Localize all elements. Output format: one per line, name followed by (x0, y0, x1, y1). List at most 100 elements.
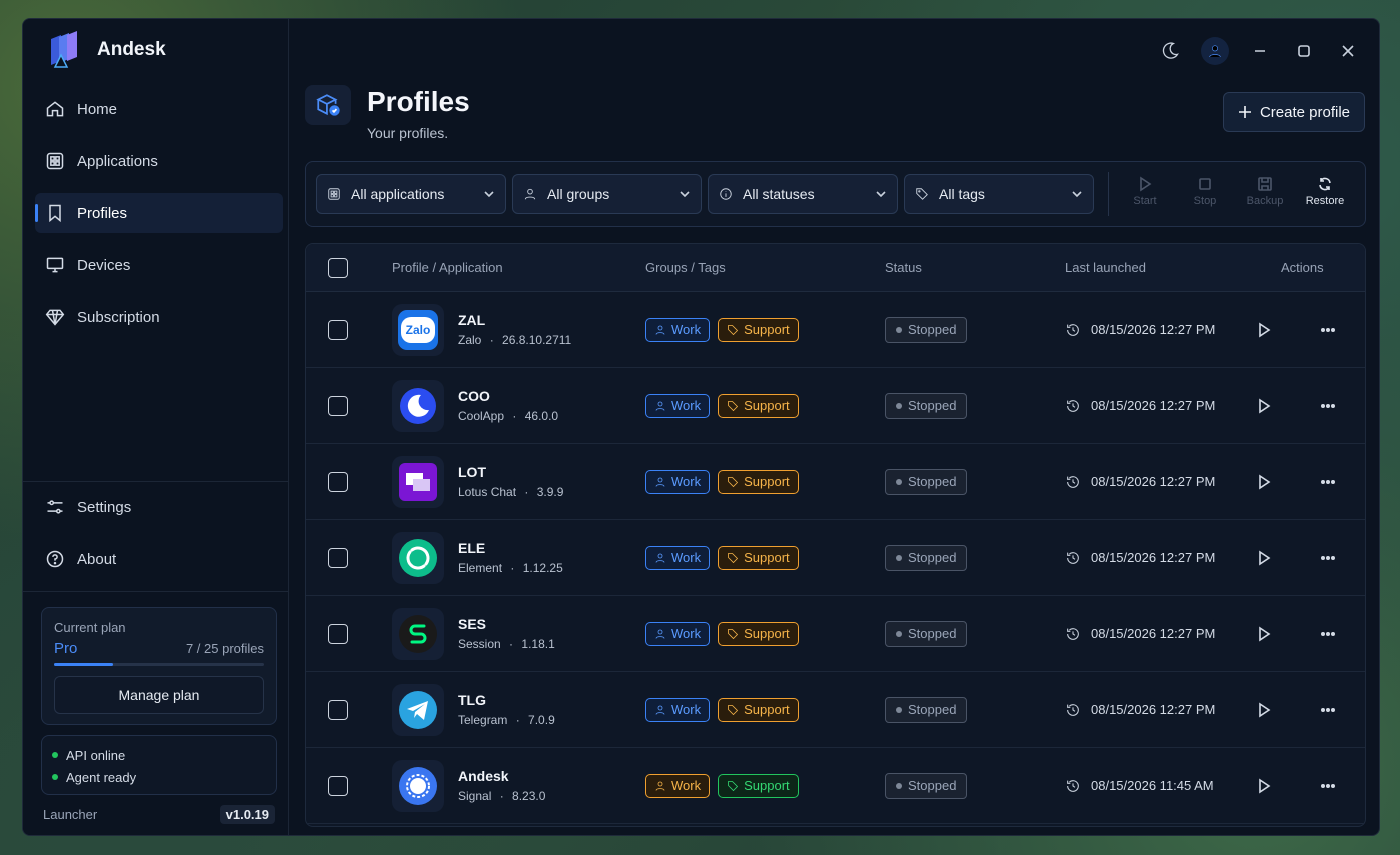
play-icon (1259, 398, 1271, 413)
more-options-button[interactable] (1320, 672, 1336, 747)
tag-support[interactable]: Support (718, 393, 799, 418)
start-profile-button[interactable] (1256, 596, 1272, 671)
col-groups[interactable]: Groups / Tags (645, 244, 726, 291)
sidebar-footer: Launcher v1.0.19 (43, 805, 275, 824)
tag-icon (728, 628, 739, 639)
row-checkbox[interactable] (328, 471, 348, 492)
tag-work[interactable]: Work (645, 317, 711, 342)
col-status[interactable]: Status (885, 244, 922, 291)
more-options-button[interactable] (1320, 520, 1336, 595)
more-options-button[interactable] (1320, 596, 1336, 671)
row-checkbox[interactable] (328, 319, 348, 340)
row-checkbox[interactable] (328, 775, 348, 796)
minimize-button[interactable] (1247, 38, 1273, 64)
nav-item-settings[interactable]: Settings (35, 487, 283, 527)
table-row[interactable]: SES Session · 1.18.1 Work Support Stoppe… (306, 596, 1365, 672)
profile-app: Signal · 8.23.0 (458, 789, 545, 803)
start-profile-button[interactable] (1256, 748, 1272, 823)
app-version: 26.8.10.2711 (502, 333, 572, 347)
restore-button[interactable]: Restore (1298, 176, 1352, 207)
row-checkbox[interactable] (328, 699, 348, 720)
tags-filter[interactable]: All tags (904, 174, 1094, 214)
table-row[interactable]: ELE Element · 1.12.25 Work Support Stopp… (306, 520, 1365, 596)
zalo-logo-icon: Zalo (401, 316, 435, 343)
table-row[interactable]: LOT Lotus Chat · 3.9.9 Work Support Stop… (306, 444, 1365, 520)
table-row[interactable]: Andesk Signal · 8.23.0 Work Support Stop… (306, 748, 1365, 824)
applications-filter[interactable]: All applications (316, 174, 506, 214)
user-avatar-button[interactable] (1201, 37, 1229, 65)
more-horizontal-icon (1320, 403, 1336, 408)
nav-item-about[interactable]: About (35, 539, 283, 579)
groups-filter[interactable]: All groups (512, 174, 702, 214)
theme-toggle-button[interactable] (1157, 38, 1183, 64)
col-last-launched[interactable]: Last launched (1065, 244, 1146, 291)
tag-support[interactable]: Support (718, 469, 799, 494)
tag-work[interactable]: Work (645, 545, 711, 570)
row-checkbox[interactable] (328, 547, 348, 568)
more-options-button[interactable] (1320, 748, 1336, 823)
backup-button[interactable]: Backup (1238, 176, 1292, 207)
nav-item-devices[interactable]: Devices (35, 245, 283, 285)
agent-status: Agent ready (52, 766, 266, 788)
last-launched-value: 08/15/2026 12:27 PM (1091, 474, 1216, 489)
table-row[interactable]: Zalo ZAL Zalo · 26.8.10.2711 Work Suppor… (306, 292, 1365, 368)
create-profile-button[interactable]: Create profile (1222, 92, 1365, 132)
agent-status-label: Agent ready (66, 769, 137, 785)
start-profile-button[interactable] (1256, 520, 1272, 595)
tag-work[interactable]: Work (645, 773, 711, 798)
close-button[interactable] (1335, 38, 1361, 64)
start-button[interactable]: Start (1118, 176, 1172, 207)
chat-app-icon (399, 462, 437, 501)
start-profile-button[interactable] (1256, 444, 1272, 519)
row-checkbox[interactable] (328, 395, 348, 416)
col-profile[interactable]: Profile / Application (392, 244, 503, 291)
tag-support[interactable]: Support (718, 697, 799, 722)
nav-item-subscription[interactable]: Subscription (35, 297, 283, 337)
tag-work[interactable]: Work (645, 469, 711, 494)
stop-button[interactable]: Stop (1178, 176, 1232, 207)
chevron-down-icon (1072, 191, 1082, 198)
start-profile-button[interactable] (1256, 672, 1272, 747)
tags-cell: Work Support (645, 368, 807, 443)
app-name: Element (458, 561, 503, 575)
tag-support[interactable]: Support (718, 621, 799, 646)
tag-work[interactable]: Work (645, 393, 711, 418)
tag-support[interactable]: Support (718, 545, 799, 570)
tag-support[interactable]: Support (718, 773, 799, 798)
tags-cell: Work Support (645, 596, 807, 671)
sidebar-divider (23, 481, 289, 482)
filter-label: All tags (939, 186, 985, 202)
app-name: Telegram (458, 713, 508, 727)
nav-item-profiles[interactable]: Profiles (35, 193, 283, 233)
table-header: Profile / Application Groups / Tags Stat… (306, 244, 1365, 292)
select-all-checkbox[interactable] (328, 257, 348, 278)
main-nav: Home Applications Profiles Devices Subsc… (35, 89, 283, 349)
tag-label: Support (744, 550, 790, 565)
history-icon (1067, 475, 1079, 488)
tag-icon (728, 400, 739, 411)
maximize-button[interactable] (1291, 38, 1317, 64)
start-profile-button[interactable] (1256, 368, 1272, 443)
tag-work[interactable]: Work (645, 697, 711, 722)
bookmark-icon (49, 204, 61, 223)
last-launched-value: 08/15/2026 12:27 PM (1091, 550, 1216, 565)
app-version: 3.9.9 (536, 485, 564, 499)
table-row[interactable]: COO CoolApp · 46.0.0 Work Support Stoppe… (306, 368, 1365, 444)
tag-support[interactable]: Support (718, 317, 799, 342)
sidebar: Andesk Home Applications Profiles Device… (23, 19, 289, 835)
more-options-button[interactable] (1320, 368, 1336, 443)
row-checkbox[interactable] (328, 623, 348, 644)
tag-work[interactable]: Work (645, 621, 711, 646)
user-icon (655, 781, 665, 791)
nav-item-applications[interactable]: Applications (35, 141, 283, 181)
brand[interactable]: Andesk (47, 31, 166, 69)
more-options-button[interactable] (1320, 292, 1336, 367)
more-options-button[interactable] (1320, 444, 1336, 519)
table-row[interactable]: TLG Telegram · 7.0.9 Work Support Stoppe… (306, 672, 1365, 748)
statuses-filter[interactable]: All statuses (708, 174, 898, 214)
start-profile-button[interactable] (1256, 292, 1272, 367)
play-icon (1259, 626, 1271, 641)
plan-name: Pro (54, 640, 78, 657)
manage-plan-button[interactable]: Manage plan (54, 676, 264, 714)
nav-item-home[interactable]: Home (35, 89, 283, 129)
